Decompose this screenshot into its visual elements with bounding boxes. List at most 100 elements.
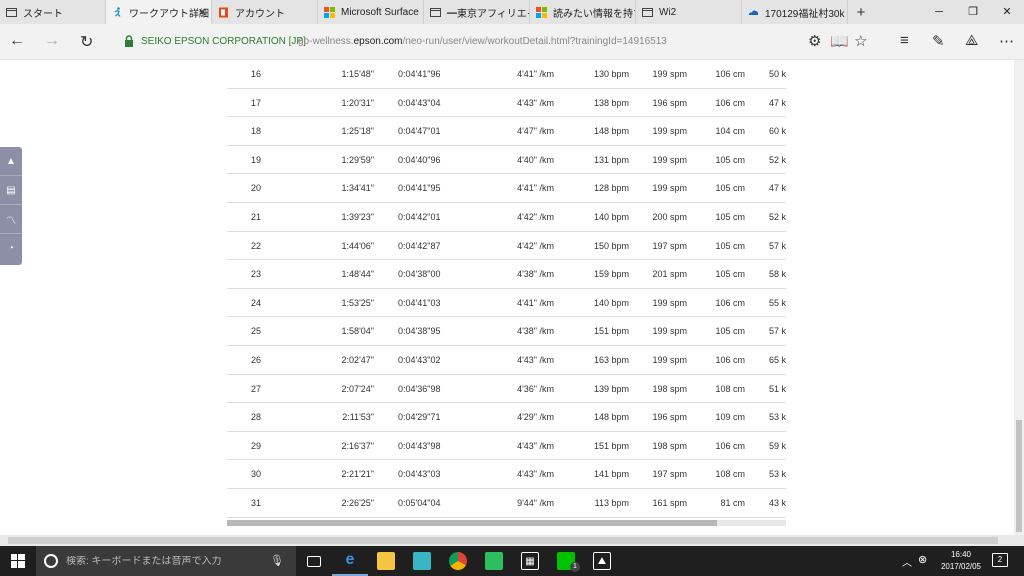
restore-icon[interactable]: ❐ bbox=[956, 0, 990, 24]
taskbar-app-calculator[interactable]: ▦ bbox=[512, 546, 548, 576]
cell-total: 1:39'23" bbox=[341, 211, 374, 222]
network-icon[interactable]: ⊗ bbox=[918, 553, 927, 566]
tab-label: スタート bbox=[23, 8, 63, 20]
taskbar-app-edge[interactable]: e bbox=[332, 546, 368, 576]
refresh-icon[interactable]: ↻ bbox=[80, 32, 93, 52]
cell-lap: 27 bbox=[251, 383, 262, 394]
cell-stride: 106 cm bbox=[715, 440, 745, 451]
tab-tokyo-affiliate[interactable]: ━東京アフィリエイト bbox=[424, 0, 530, 24]
new-tab-button[interactable]: + bbox=[848, 0, 874, 24]
url-field[interactable]: go-wellness.epson.com/neo-run/user/view/… bbox=[298, 36, 667, 47]
clock-icon[interactable]: ◔ bbox=[0, 234, 22, 263]
cell-last: 58 k bbox=[769, 269, 787, 280]
cell-split: 0:04'41"03 bbox=[398, 297, 441, 308]
cell-stride: 106 cm bbox=[715, 297, 745, 308]
cell-last: 57 k bbox=[769, 240, 787, 251]
taskbar-app-store[interactable] bbox=[404, 546, 440, 576]
taskbar: 🎙 e ▦ 1 ⛰ ︿ ⊗ 16:40 2017/02/05 2 bbox=[0, 546, 1024, 576]
cell-cadence: 201 spm bbox=[652, 269, 687, 280]
cell-hr: 141 bpm bbox=[593, 469, 629, 480]
cell-total: 1:48'44" bbox=[341, 269, 374, 280]
reading-view-icon[interactable]: 📖 bbox=[830, 32, 849, 50]
cell-split: 0:04'38"00 bbox=[398, 269, 441, 280]
vertical-scroll-thumb[interactable] bbox=[1016, 420, 1022, 532]
table-row: 25 1:58'04" 0:04'38"95 4'38" /km 151 bpm 199 … bbox=[227, 317, 786, 346]
page-content: 16 1:15'48" 0:04'41"96 4'41" /km 130 bpm 199 … bbox=[0, 60, 1014, 535]
taskbar-app-line[interactable]: 1 bbox=[548, 546, 584, 576]
cell-stride: 106 cm bbox=[715, 69, 745, 79]
search-input[interactable] bbox=[66, 555, 266, 567]
tab-start[interactable]: スタート bbox=[0, 0, 106, 24]
cell-total: 2:21'21" bbox=[341, 469, 374, 480]
cell-cadence: 199 spm bbox=[652, 326, 687, 337]
back-icon[interactable]: ← bbox=[9, 32, 25, 50]
table-row: 17 1:20'31" 0:04'43"04 4'43" /km 138 bpm 196 … bbox=[227, 89, 786, 118]
cell-pace: 4'42" /km bbox=[517, 240, 554, 251]
task-view-button[interactable] bbox=[296, 546, 332, 576]
cell-pace: 9'44" /km bbox=[517, 497, 554, 508]
tab-account[interactable]: アカウント bbox=[212, 0, 318, 24]
top-icon[interactable]: ▲ bbox=[0, 147, 22, 176]
cell-lap: 19 bbox=[251, 154, 262, 165]
chart-icon[interactable]: 〽 bbox=[0, 205, 22, 234]
close-icon[interactable]: ✕ bbox=[198, 6, 207, 19]
microsoft-icon bbox=[324, 6, 335, 18]
taskbar-search[interactable]: 🎙 bbox=[36, 546, 296, 576]
cell-pace: 4'36" /km bbox=[517, 383, 554, 394]
cell-hr: 139 bpm bbox=[593, 383, 629, 394]
taskbar-app-chrome[interactable] bbox=[440, 546, 476, 576]
cell-split: 0:04'40"96 bbox=[398, 154, 441, 165]
tab-wi2[interactable]: Wi2 bbox=[636, 0, 742, 24]
microphone-icon[interactable]: 🎙 bbox=[270, 554, 284, 567]
horizontal-scroll-thumb[interactable] bbox=[227, 520, 717, 526]
web-note-icon[interactable]: ✎ bbox=[932, 32, 945, 50]
taskbar-app-evernote[interactable] bbox=[476, 546, 512, 576]
start-button[interactable] bbox=[0, 546, 36, 576]
tab-onedrive-file[interactable]: 170129福祉村30k bbox=[742, 0, 848, 24]
vertical-scrollbar[interactable] bbox=[1014, 60, 1024, 535]
cell-cadence: 199 spm bbox=[652, 183, 687, 194]
favorite-star-icon[interactable]: ☆ bbox=[854, 32, 867, 50]
cell-hr: 113 bpm bbox=[594, 497, 629, 508]
clock[interactable]: 16:40 2017/02/05 bbox=[936, 549, 986, 573]
cell-last: 53 k bbox=[769, 412, 787, 423]
cell-split: 0:04'41"96 bbox=[398, 69, 441, 79]
cell-last: 51 k bbox=[769, 383, 787, 394]
cell-pace: 4'41" /km bbox=[517, 69, 554, 79]
tab-microsoft-surface[interactable]: Microsoft Surface bbox=[318, 0, 424, 24]
table-row: 16 1:15'48" 0:04'41"96 4'41" /km 130 bpm 199 … bbox=[227, 60, 786, 89]
cell-hr: 151 bpm bbox=[593, 440, 629, 451]
office-icon bbox=[219, 7, 228, 17]
horizontal-scrollbar[interactable] bbox=[227, 520, 786, 526]
cell-hr: 151 bpm bbox=[593, 326, 629, 337]
cell-total: 2:02'47" bbox=[341, 354, 374, 365]
share-icon[interactable]: ⟁ bbox=[965, 32, 978, 49]
close-window-icon[interactable]: ✕ bbox=[990, 0, 1024, 24]
hub-icon[interactable]: ≡ bbox=[900, 32, 909, 49]
onedrive-icon bbox=[749, 10, 759, 15]
cell-stride: 105 cm bbox=[715, 326, 745, 337]
taskbar-app-explorer[interactable] bbox=[368, 546, 404, 576]
cell-split: 0:04'47"01 bbox=[398, 126, 441, 137]
extension-icon[interactable]: ⚙ bbox=[808, 32, 821, 50]
cell-last: 59 k bbox=[769, 440, 787, 451]
site-identity[interactable]: SEIKO EPSON CORPORATION [JP] bbox=[141, 36, 306, 47]
minimize-icon[interactable]: ─ bbox=[922, 0, 956, 24]
document-icon[interactable]: ▤ bbox=[0, 176, 22, 205]
cell-cadence: 200 spm bbox=[652, 211, 687, 222]
window-controls: ─ ❐ ✕ bbox=[922, 0, 1024, 24]
cell-pace: 4'40" /km bbox=[517, 154, 554, 165]
lap-table: 16 1:15'48" 0:04'41"96 4'41" /km 130 bpm 199 … bbox=[227, 60, 786, 518]
bottom-scroll-track[interactable] bbox=[8, 537, 998, 544]
cell-pace: 4'42" /km bbox=[517, 211, 554, 222]
tray-chevron-icon[interactable]: ︿ bbox=[902, 554, 912, 569]
cell-last: 47 k bbox=[769, 97, 787, 108]
tab-read-info[interactable]: 読みたい情報を持ち bbox=[530, 0, 636, 24]
more-icon[interactable]: ⋯ bbox=[999, 32, 1014, 50]
table-row: 23 1:48'44" 0:04'38"00 4'38" /km 159 bpm 201 … bbox=[227, 260, 786, 289]
cortana-icon bbox=[44, 554, 58, 568]
taskbar-app-photos[interactable]: ⛰ bbox=[584, 546, 620, 576]
notification-icon[interactable]: 2 bbox=[992, 553, 1008, 567]
forward-icon[interactable]: → bbox=[44, 32, 60, 50]
tab-workout-detail[interactable]: ワークアウト詳細 ✕ bbox=[106, 0, 212, 24]
